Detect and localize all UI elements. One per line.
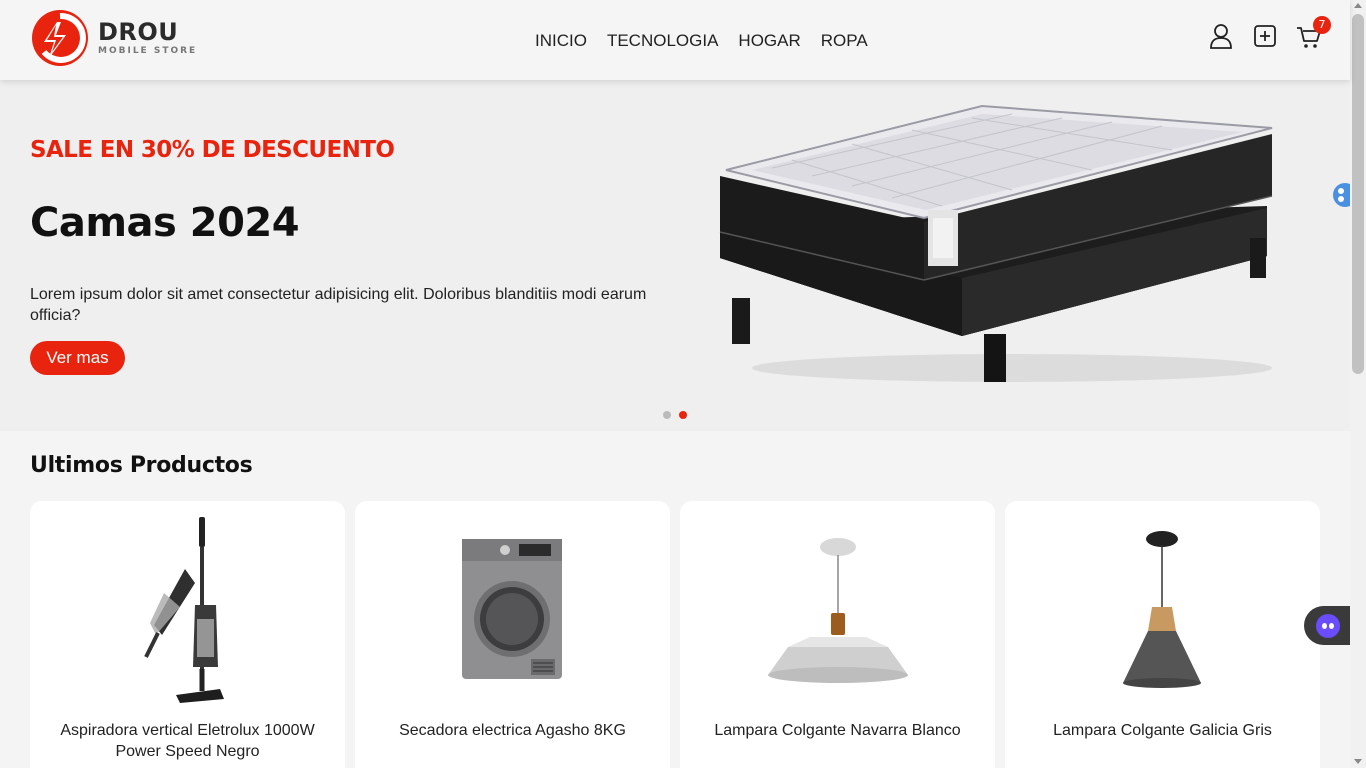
accessibility-icon: [1333, 183, 1351, 207]
header-actions: 7: [1208, 16, 1331, 50]
plus-square-icon: [1254, 25, 1276, 47]
brand-tagline: MOBILE STORE: [98, 46, 198, 56]
carousel-dot-2[interactable]: [679, 411, 687, 419]
add-product-button[interactable]: [1252, 22, 1278, 50]
chat-widget-button[interactable]: [1304, 606, 1350, 645]
bed-image: [719, 104, 1273, 382]
product-card[interactable]: Lampara Colgante Navarra Blanco: [680, 501, 995, 768]
product-card[interactable]: Aspiradora vertical Eletrolux 1000W Powe…: [30, 501, 345, 768]
cart-count-badge: 7: [1313, 16, 1331, 34]
accessibility-widget[interactable]: [1331, 181, 1351, 209]
hero-carousel: SALE EN 30% DE DESCUENTO Camas 2024 Lore…: [0, 80, 1350, 431]
nav-link-hogar[interactable]: HOGAR: [738, 31, 800, 51]
page-scrollbar[interactable]: [1350, 0, 1366, 768]
product-name: Secadora electrica Agasho 8KG: [399, 722, 626, 739]
product-card[interactable]: Lampara Colgante Galicia Gris: [1005, 501, 1320, 768]
hero-sale-text: SALE EN 30% DE DESCUENTO: [30, 137, 395, 163]
scroll-up-arrow-icon[interactable]: [1354, 3, 1362, 8]
brand-logo[interactable]: DROU MOBILE STORE: [30, 8, 197, 68]
product-grid: Aspiradora vertical Eletrolux 1000W Powe…: [30, 501, 1320, 768]
cart-button[interactable]: 7: [1296, 16, 1331, 50]
gray-pendant-lamp-image: [1123, 531, 1201, 688]
latest-products-title: Ultimos Productos: [30, 453, 253, 478]
navbar: DROU MOBILE STORE INICIO TECNOLOGIA HOGA…: [0, 0, 1350, 80]
brand-name: DROU: [98, 18, 179, 46]
white-pendant-lamp-image: [768, 538, 908, 683]
product-name: Lampara Colgante Navarra Blanco: [714, 722, 961, 739]
main-nav: INICIO TECNOLOGIA HOGAR ROPA: [535, 31, 868, 51]
carousel-dot-1[interactable]: [663, 411, 671, 419]
nav-link-inicio[interactable]: INICIO: [535, 31, 587, 51]
chatbot-icon: [1316, 614, 1340, 638]
nav-link-tecnologia[interactable]: TECNOLOGIA: [607, 31, 718, 51]
user-account-button[interactable]: [1208, 22, 1234, 50]
product-card[interactable]: Secadora electrica Agasho 8KG: [355, 501, 670, 768]
product-name: Aspiradora vertical Eletrolux 1000W Powe…: [60, 722, 315, 760]
nav-link-ropa[interactable]: ROPA: [821, 31, 868, 51]
hero-description: Lorem ipsum dolor sit amet consectetur a…: [30, 286, 647, 324]
hero-title: Camas 2024: [30, 200, 300, 246]
carousel-indicators: [663, 411, 687, 419]
ver-mas-button[interactable]: Ver mas: [30, 341, 125, 375]
product-name: Lampara Colgante Galicia Gris: [1053, 722, 1272, 739]
scroll-down-arrow-icon[interactable]: [1354, 759, 1362, 764]
scrollbar-thumb[interactable]: [1352, 14, 1364, 374]
dryer-image: [462, 539, 562, 679]
user-icon: [1210, 24, 1232, 49]
lightning-logo-icon: [32, 10, 88, 66]
vacuum-image: [144, 517, 224, 703]
